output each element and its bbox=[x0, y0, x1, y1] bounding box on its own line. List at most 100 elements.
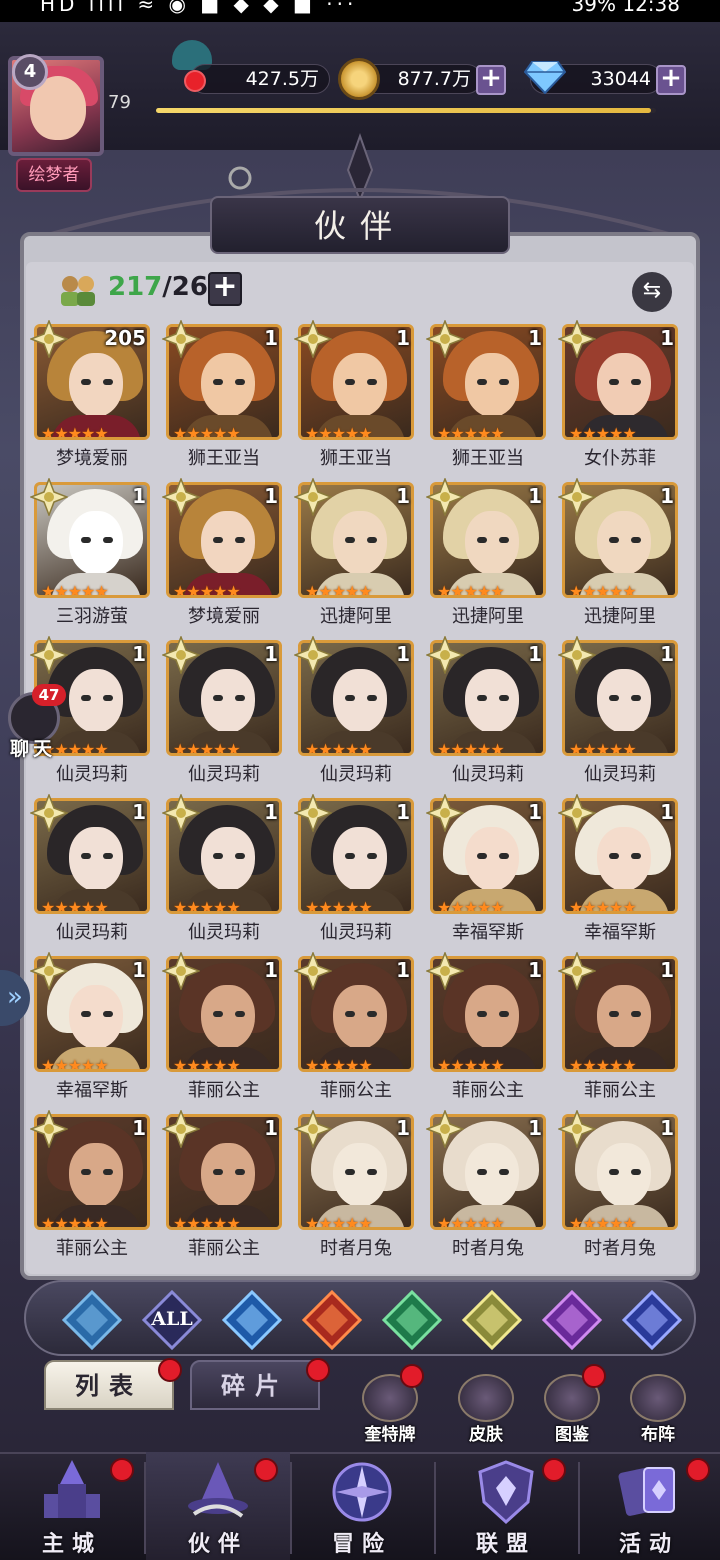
filter-wind[interactable] bbox=[381, 1289, 443, 1351]
portrait-eye bbox=[499, 695, 509, 701]
status-bar: HD ııll ≈ ◉ ■ ◆ ◆ ■ ··· 39% 12:38 bbox=[0, 0, 720, 22]
tarot-red-dot bbox=[400, 1364, 424, 1388]
add-gems-button[interactable]: + bbox=[656, 65, 686, 95]
hero-card[interactable]: ★★★★★ 1 菲丽公主 bbox=[162, 952, 284, 1101]
hero-copies-count: 1 bbox=[528, 642, 542, 666]
hero-name: 幸福罕斯 bbox=[584, 922, 656, 943]
hero-card[interactable]: ★★★★★ 1 菲丽公主 bbox=[558, 952, 680, 1101]
hero-card[interactable]: ★★★★★ 1 仙灵玛莉 bbox=[30, 794, 152, 943]
hero-card[interactable]: ★★★★★ 1 狮王亚当 bbox=[162, 320, 284, 469]
formation-button[interactable]: 布阵 bbox=[620, 1372, 696, 1445]
fire-element-icon bbox=[301, 1289, 363, 1351]
portrait-face bbox=[201, 669, 255, 733]
hero-copies-count: 1 bbox=[396, 326, 410, 350]
hero-card[interactable]: ★★★★★ 1 菲丽公主 bbox=[30, 1110, 152, 1259]
star-rating: ★★★★★ bbox=[305, 1056, 373, 1072]
add-gold-button[interactable]: + bbox=[476, 65, 506, 95]
hero-copies-count: 205 bbox=[104, 326, 146, 350]
hero-card[interactable]: ★★★★★ 1 时者月兔 bbox=[426, 1110, 548, 1259]
hero-card[interactable]: ★★★★★ 1 幸福罕斯 bbox=[558, 794, 680, 943]
portrait-eye bbox=[345, 1011, 355, 1017]
nav-events-red-dot bbox=[686, 1458, 710, 1482]
hero-copies-count: 1 bbox=[528, 484, 542, 508]
hero-card[interactable]: ★★★★★ 1 幸福罕斯 bbox=[30, 952, 152, 1101]
hero-name: 仙灵玛莉 bbox=[188, 922, 260, 943]
hero-copies-count: 1 bbox=[396, 958, 410, 982]
hero-name: 狮王亚当 bbox=[320, 448, 392, 469]
light-element-icon bbox=[426, 636, 464, 674]
hero-card[interactable]: ★★★★★ 1 菲丽公主 bbox=[162, 1110, 284, 1259]
chat-button[interactable]: 47 聊天 bbox=[4, 684, 66, 760]
hero-card[interactable]: ★★★★★ 1 迅捷阿里 bbox=[294, 478, 416, 627]
tab-list-red-dot bbox=[158, 1358, 182, 1382]
portrait-eye bbox=[81, 853, 91, 859]
star-rating: ★★★★★ bbox=[305, 582, 373, 598]
portrait-face bbox=[333, 669, 387, 733]
filter-diamond[interactable] bbox=[61, 1289, 123, 1351]
filter-water[interactable] bbox=[221, 1289, 283, 1351]
hero-card[interactable]: ★★★★★ 1 仙灵玛莉 bbox=[558, 636, 680, 785]
tab-list[interactable]: 列表 bbox=[44, 1360, 174, 1410]
hero-name: 狮王亚当 bbox=[188, 448, 260, 469]
portrait-eye bbox=[631, 695, 641, 701]
expand-roster-button[interactable]: + bbox=[208, 272, 242, 306]
sort-swap-button[interactable]: ⇆ bbox=[632, 272, 672, 312]
hero-card[interactable]: ★★★★★ 1 梦境爱丽 bbox=[162, 478, 284, 627]
light-element-icon bbox=[30, 794, 68, 832]
filter-cosmic[interactable] bbox=[621, 1289, 683, 1351]
hero-card[interactable]: ★★★★★ 1 仙灵玛莉 bbox=[294, 636, 416, 785]
hero-card[interactable]: ★★★★★ 1 仙灵玛莉 bbox=[162, 794, 284, 943]
light-element-icon bbox=[30, 478, 68, 516]
filter-fire[interactable] bbox=[301, 1289, 363, 1351]
hero-copies-count: 1 bbox=[264, 800, 278, 824]
hero-card[interactable]: ★★★★★ 1 菲丽公主 bbox=[426, 952, 548, 1101]
portrait-eye bbox=[213, 695, 223, 701]
hero-copies-count: 1 bbox=[396, 1116, 410, 1140]
light-element-icon bbox=[426, 1110, 464, 1148]
hero-copies-count: 1 bbox=[132, 642, 146, 666]
nav-partner-label: 伙伴 bbox=[187, 1532, 248, 1557]
hero-name: 仙灵玛莉 bbox=[584, 764, 656, 785]
xp-bar bbox=[156, 108, 656, 113]
portrait-face bbox=[201, 985, 255, 1049]
light-element-icon bbox=[294, 952, 332, 990]
nav-adventure[interactable]: 冒险 bbox=[290, 1452, 434, 1560]
portrait-face bbox=[465, 985, 519, 1049]
portrait-eye bbox=[345, 537, 355, 543]
hero-card[interactable]: ★★★★★ 1 狮王亚当 bbox=[426, 320, 548, 469]
portrait-face bbox=[69, 1143, 123, 1207]
hero-card[interactable]: ★★★★★ 1 时者月兔 bbox=[558, 1110, 680, 1259]
light-element-icon bbox=[558, 636, 596, 674]
hero-card[interactable]: ★★★★★ 1 迅捷阿里 bbox=[426, 478, 548, 627]
portrait-face bbox=[333, 511, 387, 575]
hero-card[interactable]: ★★★★★ 205 梦境爱丽 bbox=[30, 320, 152, 469]
hero-card[interactable]: ★★★★★ 1 仙灵玛莉 bbox=[426, 636, 548, 785]
hero-card[interactable]: ★★★★★ 1 狮王亚当 bbox=[294, 320, 416, 469]
filter-all[interactable]: ALL bbox=[141, 1289, 203, 1351]
portrait-eye bbox=[367, 379, 377, 385]
hero-copies-count: 1 bbox=[132, 484, 146, 508]
shield-icon bbox=[478, 1460, 534, 1525]
portrait-eye bbox=[609, 1011, 619, 1017]
hero-card[interactable]: ★★★★★ 1 三羽游萤 bbox=[30, 478, 152, 627]
hero-card[interactable]: ★★★★★ 1 仙灵玛莉 bbox=[162, 636, 284, 785]
hero-card[interactable]: ★★★★★ 1 迅捷阿里 bbox=[558, 478, 680, 627]
hero-copies-count: 1 bbox=[528, 326, 542, 350]
hero-card[interactable]: ★★★★★ 1 女仆苏菲 bbox=[558, 320, 680, 469]
skin-button[interactable]: 皮肤 bbox=[448, 1372, 524, 1445]
portrait-face bbox=[597, 353, 651, 417]
hero-card[interactable]: ★★★★★ 1 菲丽公主 bbox=[294, 952, 416, 1101]
star-rating: ★★★★★ bbox=[173, 898, 241, 914]
portrait-eye bbox=[477, 695, 487, 701]
tab-fragments[interactable]: 碎片 bbox=[190, 1360, 320, 1410]
portrait-eye bbox=[103, 853, 113, 859]
hero-copies-count: 1 bbox=[660, 800, 674, 824]
hero-card[interactable]: ★★★★★ 1 幸福罕斯 bbox=[426, 794, 548, 943]
filter-moon[interactable] bbox=[541, 1289, 603, 1351]
portrait-eye bbox=[235, 379, 245, 385]
hero-card[interactable]: ★★★★★ 1 仙灵玛莉 bbox=[294, 794, 416, 943]
hero-copies-count: 1 bbox=[396, 484, 410, 508]
filter-light[interactable] bbox=[461, 1289, 523, 1351]
hero-card[interactable]: ★★★★★ 1 时者月兔 bbox=[294, 1110, 416, 1259]
skin-label: 皮肤 bbox=[469, 1425, 503, 1445]
